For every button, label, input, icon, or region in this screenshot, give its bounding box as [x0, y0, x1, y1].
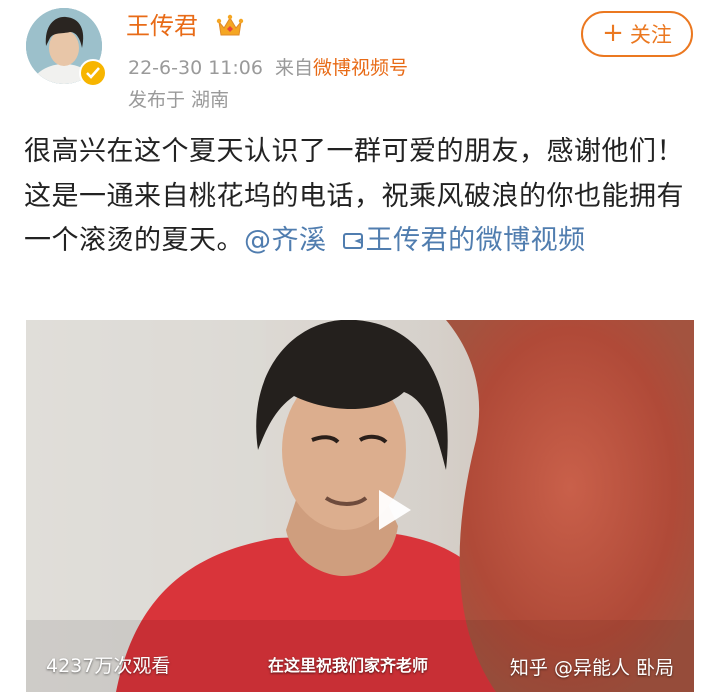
video-camera-icon [342, 233, 363, 249]
plus-icon: + [602, 18, 624, 48]
video-thumbnail [26, 320, 694, 692]
video-link-label: 王传君的微博视频 [365, 225, 586, 256]
video-player[interactable]: 4237万次观看 在这里祝我们家齐老师 知乎 @异能人 卧局 [26, 320, 694, 692]
follow-button[interactable]: + 关注 [581, 11, 693, 57]
post-location: 发布于 湖南 [128, 89, 230, 111]
crown-icon [216, 13, 244, 39]
view-count: 4237万次观看 [46, 655, 171, 677]
post-text: 很高兴在这个夏天认识了一群可爱的朋友，感谢他们！这是一通来自桃花坞的电话，祝乘风… [24, 130, 704, 264]
watermark: 知乎 @异能人 卧局 [509, 657, 674, 679]
video-subtitle: 在这里祝我们家齐老师 [268, 656, 429, 675]
follow-label: 关注 [629, 23, 672, 47]
source-prefix: 来自 [275, 57, 314, 79]
username[interactable]: 王传君 [126, 10, 198, 42]
source-name[interactable]: 微博视频号 [313, 57, 408, 79]
post-meta: 22-6-30 11:06 来自微博视频号 [128, 55, 408, 81]
verified-badge-icon [79, 59, 107, 87]
video-link[interactable]: 王传君的微博视频 [342, 225, 586, 256]
post-date: 22-6-30 11:06 [128, 57, 263, 79]
mention-link[interactable]: @齐溪 [244, 225, 327, 256]
play-icon[interactable] [361, 480, 421, 540]
